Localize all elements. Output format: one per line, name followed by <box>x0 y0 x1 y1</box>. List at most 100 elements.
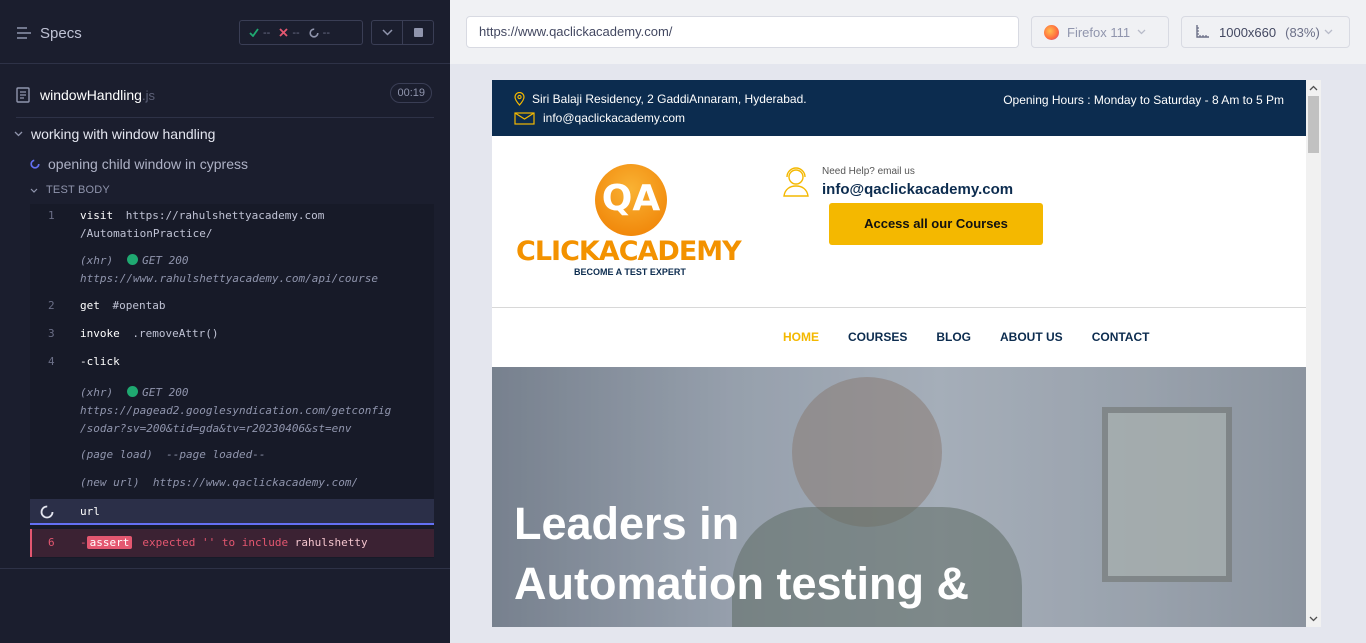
event-type: (page load) <box>80 448 153 461</box>
aut-viewport: Siri Balaji Residency, 2 GaddiAnnaram, H… <box>450 64 1366 643</box>
assert-line: - assert expected '' to include rahulshett… <box>80 534 368 552</box>
xhr-url: https://pagead2.googlesyndication.com/ge… <box>80 404 392 417</box>
command-name: -click <box>80 355 120 368</box>
browser-selector[interactable]: Firefox 111 <box>1031 16 1169 48</box>
site-address: Siri Balaji Residency, 2 GaddiAnnaram, H… <box>514 92 807 106</box>
test-body-toggle[interactable]: TEST BODY <box>30 184 110 196</box>
address-text: Siri Balaji Residency, 2 GaddiAnnaram, H… <box>532 92 807 106</box>
email-text: info@qaclickacademy.com <box>543 111 686 125</box>
command-name: invoke <box>80 327 120 340</box>
event-type: (xhr) <box>80 386 114 399</box>
command-visit[interactable]: 1 visit https://rahulshettyacademy.com /… <box>30 207 434 243</box>
command-page-load[interactable]: (page load) --page loaded-- <box>30 446 434 464</box>
assert-part: '' <box>201 536 216 549</box>
aut-url-bar[interactable]: https://www.qaclickacademy.com/ <box>466 16 1019 48</box>
command-get[interactable]: 2 get #opentab <box>30 297 434 315</box>
nav-home[interactable]: HOME <box>783 330 819 344</box>
xhr-status: GET 200 <box>142 386 189 399</box>
hero-heading: Leaders in Automation testing & <box>514 494 969 614</box>
assert-part: expected <box>142 536 196 549</box>
command-assert-failed[interactable]: 6 - assert expected '' to include rahulshe… <box>30 529 434 557</box>
command-number: 4 <box>48 355 55 368</box>
logo-tagline: BECOME A TEST EXPERT <box>574 267 686 277</box>
command-url-active[interactable]: url <box>30 499 434 525</box>
chevron-down-icon <box>1137 29 1146 35</box>
nav-about-us[interactable]: ABOUT US <box>1000 330 1063 344</box>
command-xhr[interactable]: (xhr) GET 200 https://pagead2.googlesyndi… <box>30 384 434 438</box>
passed-stat: -- <box>249 27 270 39</box>
command-new-url[interactable]: (new url) https://www.qaclickacademy.com… <box>30 474 434 492</box>
status-dot <box>127 386 139 397</box>
viewport-scale: (83%) <box>1285 24 1320 40</box>
command-log: 1 visit https://rahulshettyacademy.com /… <box>30 204 434 558</box>
assert-prefix: - <box>80 536 87 549</box>
chevron-down-icon <box>381 29 393 36</box>
command-number: 3 <box>48 327 55 340</box>
command-message: .removeAttr() <box>132 327 219 340</box>
envelope-icon <box>514 111 535 125</box>
pending-stat: -- <box>309 27 330 39</box>
test-title[interactable]: opening child window in cypress <box>30 156 248 172</box>
event-message: https://www.qaclickacademy.com/ <box>152 476 359 489</box>
event-message: --page loaded-- <box>166 448 266 461</box>
status-dot <box>127 254 139 265</box>
stop-button[interactable] <box>403 21 433 44</box>
nav-courses[interactable]: COURSES <box>848 330 907 344</box>
dropdown-button[interactable] <box>372 21 403 44</box>
iframe-scrollbar[interactable] <box>1306 80 1321 627</box>
spec-file-row[interactable]: windowHandling.js 00:19 <box>16 72 434 118</box>
command-name: visit <box>80 209 114 222</box>
spec-file-ext: .js <box>141 87 155 103</box>
command-xhr[interactable]: (xhr) GET 200 https://www.rahulshettyacad… <box>30 252 434 288</box>
command-number: 6 <box>48 536 55 549</box>
site-email-top[interactable]: info@qaclickacademy.com <box>514 111 685 125</box>
nav-contact[interactable]: CONTACT <box>1092 330 1150 344</box>
test-body-label: TEST BODY <box>46 184 110 196</box>
browser-label: Firefox 111 <box>1067 24 1131 40</box>
help-caption: Need Help? email us <box>822 166 915 177</box>
failed-count: -- <box>292 26 300 39</box>
event-type: (new url) <box>80 476 140 489</box>
command-message: https://rahulshettyacademy.com <box>125 209 325 222</box>
reporter-divider <box>0 568 450 569</box>
firefox-icon <box>1044 24 1059 40</box>
app-under-test: https://www.qaclickacademy.com/ Firefox … <box>450 0 1366 643</box>
command-message-cont: /AutomationPractice/ <box>80 227 213 240</box>
hero-banner: Leaders in Automation testing & <box>492 367 1306 627</box>
document-icon <box>16 86 30 103</box>
xhr-url-cont: /sodar?sv=200&tid=gda&tv=r20230406&st=en… <box>80 422 352 435</box>
scroll-down-icon <box>1309 616 1318 622</box>
suite-title[interactable]: working with window handling <box>14 126 215 142</box>
scrollbar-thumb[interactable] <box>1308 96 1319 153</box>
command-click[interactable]: 4 -click <box>30 353 434 371</box>
opening-hours: Opening Hours : Monday to Saturday - 8 A… <box>1003 93 1284 107</box>
pending-count: -- <box>322 26 330 39</box>
assert-part: rahulshetty <box>294 536 368 549</box>
command-number: 2 <box>48 299 55 312</box>
viewport-selector[interactable]: 1000x660 (83%) <box>1181 16 1350 48</box>
nav-blog[interactable]: BLOG <box>936 330 971 344</box>
access-courses-button[interactable]: Access all our Courses <box>829 203 1043 245</box>
site-logo[interactable]: QA CLICKACADEMY BECOME A TEST EXPERT <box>516 162 748 282</box>
duration-badge: 00:19 <box>390 83 432 103</box>
loading-spinner-icon <box>40 505 54 519</box>
command-invoke[interactable]: 3 invoke .removeAttr() <box>30 325 434 343</box>
reporter-header: Specs -- -- -- <box>0 0 450 64</box>
hero-line-1: Leaders in <box>514 498 740 549</box>
reporter-panel: Specs -- -- -- windowHandling.js 00:19 w… <box>0 0 450 643</box>
specs-label: Specs <box>40 24 82 42</box>
menu-icon <box>17 27 31 39</box>
passed-count: -- <box>263 26 271 39</box>
support-agent-icon <box>783 167 809 197</box>
help-email[interactable]: info@qaclickacademy.com <box>822 181 1013 198</box>
logo-qa: QA <box>601 178 661 219</box>
logo-name: CLICKACADEMY <box>516 236 742 267</box>
spec-file-name: windowHandling.js <box>40 86 155 103</box>
stop-icon <box>413 28 423 37</box>
chevron-down-icon <box>1324 29 1333 35</box>
ruler-icon <box>1196 25 1209 38</box>
assert-badge: assert <box>86 536 133 549</box>
command-number: 1 <box>48 209 55 222</box>
specs-button[interactable]: Specs <box>16 22 82 44</box>
spinner-icon <box>309 27 319 38</box>
